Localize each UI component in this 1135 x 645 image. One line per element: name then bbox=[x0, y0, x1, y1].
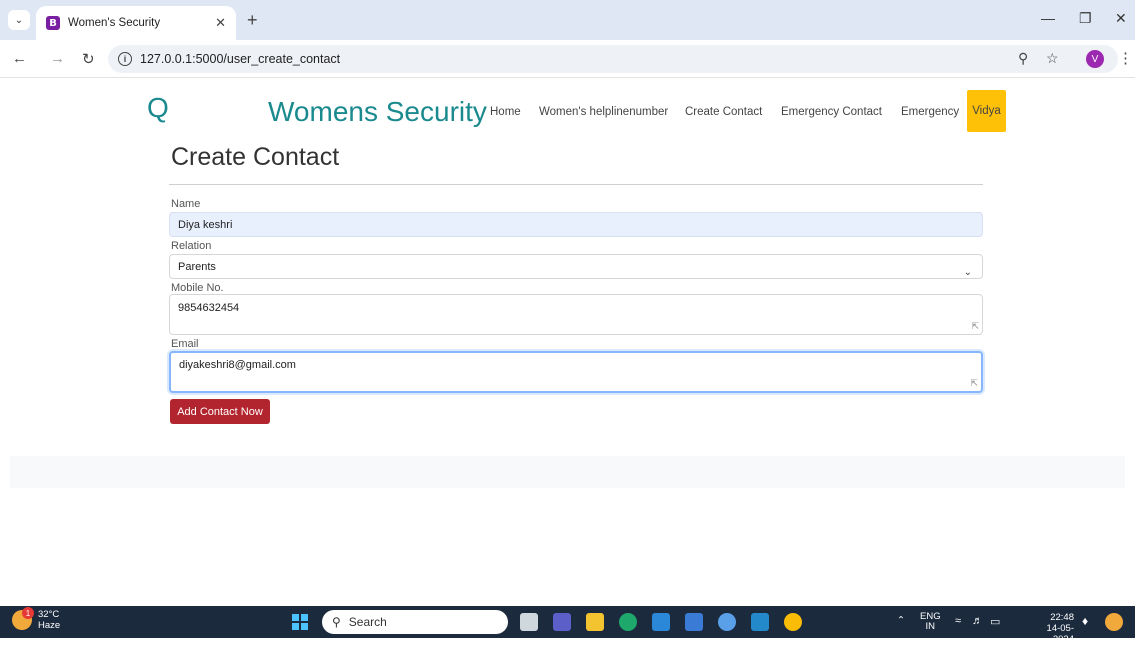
browser-tab[interactable]: B Women's Security ✕ bbox=[36, 6, 236, 40]
name-input[interactable]: Diya keshri bbox=[169, 212, 983, 237]
email-value: diyakeshri8@gmail.com bbox=[179, 359, 296, 371]
language-indicator[interactable]: ENG IN bbox=[920, 612, 941, 632]
email-label: Email bbox=[171, 338, 199, 350]
nav-create-contact[interactable]: Create Contact bbox=[685, 106, 762, 118]
chevron-down-icon: ⌄ bbox=[963, 267, 972, 278]
url-text[interactable]: 127.0.0.1:5000/user_create_contact bbox=[140, 52, 340, 66]
add-contact-button[interactable]: Add Contact Now bbox=[170, 399, 270, 424]
page-title: Create Contact bbox=[171, 143, 340, 171]
search-placeholder: Search bbox=[348, 615, 387, 629]
forward-icon[interactable]: → bbox=[50, 50, 65, 67]
tab-title: Women's Security bbox=[68, 17, 161, 29]
title-divider bbox=[169, 184, 983, 185]
task-view-icon[interactable] bbox=[520, 613, 538, 631]
mobile-textarea[interactable]: 9854632454 ⇱ bbox=[169, 294, 983, 335]
bookmark-star-icon[interactable]: ☆ bbox=[1046, 50, 1059, 67]
resize-handle-icon[interactable]: ⇱ bbox=[971, 321, 979, 332]
name-value: Diya keshri bbox=[178, 219, 233, 231]
weather-icon: 1 bbox=[12, 607, 34, 630]
chrome-icon[interactable] bbox=[784, 613, 802, 631]
clock-date: 14-05-2024 bbox=[1046, 623, 1074, 645]
restore-icon[interactable]: ❐ bbox=[1079, 10, 1092, 27]
wifi-icon[interactable]: ≈ bbox=[955, 615, 961, 627]
browser-toolbar: ← → ↻ i 127.0.0.1:5000/user_create_conta… bbox=[0, 40, 1135, 78]
nav-helpline[interactable]: Women's helplinenumber bbox=[539, 106, 668, 118]
relation-select[interactable]: Parents ⌄ bbox=[169, 254, 983, 279]
address-bar[interactable]: i 127.0.0.1:5000/user_create_contact bbox=[108, 45, 1118, 73]
file-explorer-icon[interactable] bbox=[586, 613, 604, 631]
minimize-icon[interactable]: — bbox=[1041, 10, 1055, 26]
browser-tabstrip: ⌄ B Women's Security ✕ + — ❐ ✕ bbox=[0, 0, 1135, 40]
new-tab-icon[interactable]: + bbox=[247, 10, 258, 31]
page-footer bbox=[10, 456, 1125, 488]
site-logo[interactable]: Q bbox=[147, 92, 169, 124]
nav-emergency-contact[interactable]: Emergency Contact bbox=[781, 106, 882, 118]
nav-user-badge[interactable]: Vidya bbox=[967, 90, 1006, 132]
profile-avatar[interactable]: V bbox=[1086, 50, 1104, 68]
vscode-icon[interactable] bbox=[751, 613, 769, 631]
relation-value: Parents bbox=[178, 261, 216, 273]
weather-desc: Haze bbox=[38, 620, 61, 631]
mysql-icon[interactable] bbox=[652, 613, 670, 631]
nav-home[interactable]: Home bbox=[490, 106, 521, 118]
tab-close-icon[interactable]: ✕ bbox=[215, 15, 226, 31]
taskbar-search[interactable]: ⚲ Search bbox=[322, 610, 508, 634]
mobile-value: 9854632454 bbox=[178, 302, 240, 314]
windows-start-icon[interactable] bbox=[292, 614, 308, 630]
weather-badge: 1 bbox=[22, 607, 34, 619]
relation-label: Relation bbox=[171, 240, 212, 252]
browser-menu-icon[interactable]: ⋮ bbox=[1118, 49, 1133, 67]
mobile-label: Mobile No. bbox=[171, 282, 224, 294]
reload-icon[interactable]: ↻ bbox=[82, 50, 95, 68]
clock-time: 22:48 bbox=[1050, 612, 1074, 623]
site-brand[interactable]: Womens Security bbox=[268, 96, 487, 128]
window-close-icon[interactable]: ✕ bbox=[1115, 10, 1127, 27]
favicon-icon: B bbox=[46, 16, 60, 30]
eclipse-icon[interactable] bbox=[718, 613, 736, 631]
tab-search-chevron-icon[interactable]: ⌄ bbox=[8, 10, 30, 30]
teams-icon[interactable] bbox=[553, 613, 571, 631]
battery-icon[interactable]: ▭ bbox=[990, 615, 1000, 628]
resize-handle-icon[interactable]: ⇱ bbox=[970, 378, 978, 389]
volume-icon[interactable]: ♬ bbox=[972, 615, 983, 627]
clock[interactable]: 22:48 14-05-2024 bbox=[1026, 612, 1074, 645]
copilot-icon[interactable] bbox=[1105, 613, 1123, 631]
tray-chevron-up-icon[interactable]: ⌃ bbox=[897, 615, 905, 626]
email-textarea[interactable]: diyakeshri8@gmail.com ⇱ bbox=[169, 351, 983, 393]
notification-bell-icon[interactable]: ♦ bbox=[1082, 614, 1088, 628]
edge-icon[interactable] bbox=[619, 613, 637, 631]
weather-temp: 32°C bbox=[38, 609, 60, 620]
site-info-icon[interactable]: i bbox=[118, 52, 132, 66]
zoom-icon[interactable]: ⚲ bbox=[1018, 50, 1028, 67]
back-icon[interactable]: ← bbox=[12, 50, 27, 67]
store-icon[interactable] bbox=[685, 613, 703, 631]
search-icon: ⚲ bbox=[332, 615, 341, 629]
name-label: Name bbox=[171, 198, 201, 210]
nav-emergency[interactable]: Emergency bbox=[901, 106, 959, 118]
taskbar: 1 32°C Haze ⚲ Search ⌃ ENG IN ≈ ♬ ▭ 22:4… bbox=[0, 606, 1135, 645]
weather-widget[interactable]: 1 32°C Haze bbox=[12, 607, 61, 631]
lang-bottom: IN bbox=[925, 621, 936, 632]
